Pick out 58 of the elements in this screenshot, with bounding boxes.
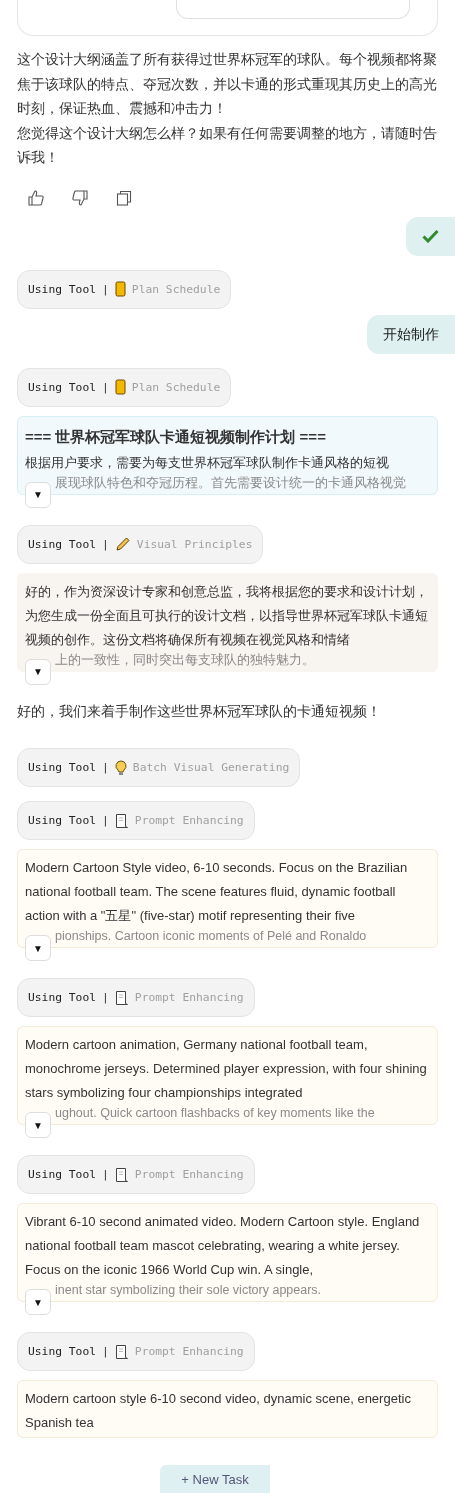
- message-text: 好的，我们来着手制作这些世界杯冠军球队的卡通短视频！: [17, 702, 382, 721]
- expand-button[interactable]: ▼: [25, 935, 51, 961]
- document-icon: [114, 989, 129, 1006]
- separator: |: [102, 380, 109, 394]
- separator: |: [102, 1345, 109, 1358]
- message-text: 这个设计大纲涵盖了所有获得过世界杯冠军的球队。每个视频都将聚焦于该球队的特点、夺冠次数，并以卡通的形式重现其历史上的高光时刻，保证热血、震撼和冲击力！: [17, 51, 438, 118]
- tool-name: Prompt Enhancing: [134, 991, 244, 1004]
- tool-label: Using Tool: [28, 814, 96, 827]
- new-task-button[interactable]: + New Task: [160, 1465, 270, 1493]
- checkmark-icon: [422, 229, 439, 243]
- tool-label: Using Tool: [28, 1345, 96, 1358]
- faded-text: 展现球队特色和夺冠历程。首先需要设计统一的卡通风格视觉: [54, 474, 407, 492]
- document-icon: [114, 1343, 129, 1360]
- faded-text: pionships. Cartoon iconic moments of Pelé and Ronaldo: [54, 928, 368, 945]
- tool-label: Using Tool: [28, 991, 96, 1004]
- lightbulb-icon: [114, 759, 127, 776]
- tool-label: Using Tool: [28, 761, 96, 774]
- tool-name: Prompt Enhancing: [134, 1168, 244, 1181]
- expand-button[interactable]: ▼: [25, 1289, 51, 1315]
- expand-button[interactable]: ▼: [25, 658, 51, 685]
- pencil-icon: [114, 536, 131, 552]
- copy-icon[interactable]: [115, 188, 133, 207]
- message-text: 您觉得这个设计大纲怎么样？如果有任何需要调整的地方，请随时告诉我！: [17, 124, 438, 167]
- separator: |: [102, 814, 109, 827]
- card-text: Modern cartoon animation, Germany national football team, monochrome jerseys. Determined player expression, with four shining stars symbolizing four championships integrated: [25, 1036, 428, 1102]
- card-text: Modern Cartoon Style video, 6-10 seconds. Focus on the Brazilian national football team. The scene features fluid, dynamic football action with a "五星" (five-star) motif representing their five: [25, 859, 409, 925]
- faded-text: inent star symbolizing their sole victory appears.: [54, 1282, 323, 1299]
- expand-button[interactable]: ▼: [25, 1112, 51, 1138]
- thumbs-down-icon[interactable]: [71, 188, 89, 207]
- tool-name: Batch Visual Generating: [132, 761, 290, 774]
- tool-label: Using Tool: [28, 282, 96, 296]
- tool-name: Plan Schedule: [131, 282, 221, 296]
- card-title: === 世界杯冠军球队卡通短视频制作计划 ===: [25, 426, 327, 447]
- clipboard-icon: [114, 281, 126, 297]
- card-text: 好的，作为资深设计专家和创意总监，我将根据您的要求和设计计划，为您生成一份全面且可执行的设计文档，以指导世界杯冠军球队卡通短视频的创作。这份文档将确保所有视频在视觉风格和情绪: [25, 582, 429, 649]
- card-text: 根据用户要求，需要为每支世界杯冠军球队制作卡通风格的短视: [25, 453, 390, 472]
- faded-text: 上的一致性，同时突出每支球队的独特魅力。: [54, 651, 316, 669]
- faded-text: ughout. Quick cartoon flashbacks of key moments like the: [54, 1105, 376, 1122]
- tool-label: Using Tool: [28, 380, 96, 394]
- separator: |: [102, 761, 109, 774]
- separator: |: [102, 537, 109, 551]
- thumbs-up-icon[interactable]: [27, 188, 45, 207]
- tool-name: Prompt Enhancing: [134, 814, 244, 827]
- separator: |: [102, 282, 109, 296]
- tool-name: Prompt Enhancing: [134, 1345, 244, 1358]
- expand-button[interactable]: ▼: [25, 481, 51, 508]
- message-bubble: 开始制作: [367, 314, 455, 354]
- clipboard-icon: [114, 379, 126, 395]
- tool-label: Using Tool: [28, 537, 96, 551]
- document-icon: [114, 812, 129, 829]
- tool-name: Plan Schedule: [131, 380, 221, 394]
- card-text: Modern cartoon style 6-10 second video, dynamic scene, energetic Spanish tea: [25, 1390, 412, 1432]
- separator: |: [102, 991, 109, 1004]
- tool-name: Visual Principles: [136, 537, 253, 551]
- card-text: Vibrant 6-10 second animated video. Modern Cartoon style. England national football team mascot celebrating, wearing a white jersey. Focus on the iconic 1966 World Cup win. A single,: [25, 1213, 421, 1279]
- document-icon: [114, 1166, 129, 1183]
- separator: |: [102, 1168, 109, 1181]
- tool-label: Using Tool: [28, 1168, 96, 1181]
